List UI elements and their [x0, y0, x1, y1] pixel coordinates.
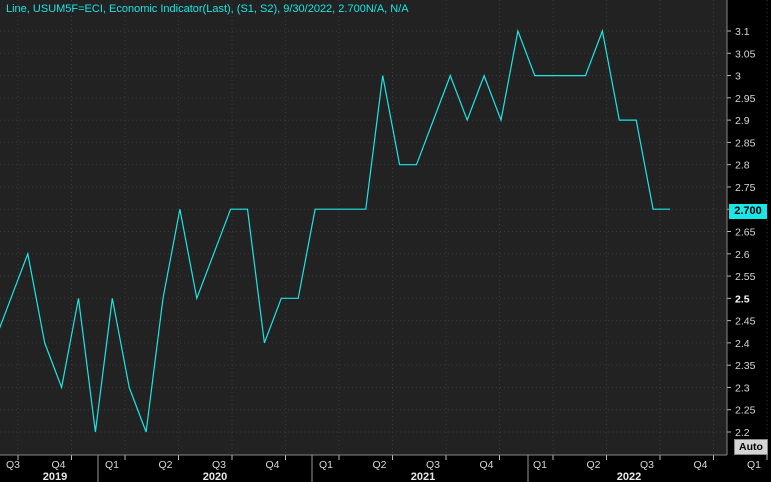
chart-canvas: 2.2 2.25 2.3 2.35 2.4 2.45 2.5 2.55 2.6 2.65 2.75 2… — [0, 0, 771, 482]
y-tick-label: 2.8 — [735, 160, 750, 172]
x-tick-label: Q1 — [533, 459, 547, 471]
x-tick-label: Q4 — [479, 459, 493, 471]
y-tick-label: 3 — [735, 71, 741, 83]
y-tick-label: 2.55 — [735, 271, 756, 283]
auto-scale-button[interactable]: Auto — [734, 439, 768, 455]
x-tick-label: Q3 — [6, 459, 20, 471]
x-tick-label: Q3 — [212, 459, 226, 471]
x-tick-label: Q2 — [158, 459, 172, 471]
last-value-badge: 2.700 — [729, 204, 767, 219]
year-label: 2022 — [617, 471, 641, 482]
y-tick-label: 2.65 — [735, 227, 756, 239]
chart-legend: Line, USUM5F=ECI, Economic Indicator(Las… — [6, 3, 409, 15]
x-tick-label: Q1 — [319, 459, 333, 471]
y-tick-label: 2.3 — [735, 382, 750, 394]
y-tick-label: 2.4 — [735, 338, 750, 350]
x-tick-label: Q2 — [372, 459, 386, 471]
y-tick-label: 2.9 — [735, 115, 750, 127]
y-tick-label: 2.5 — [735, 293, 750, 305]
y-tick-label: 2.6 — [735, 249, 750, 261]
x-tick-label: Q4 — [51, 459, 65, 471]
legend-na-values: N/A, N/A — [365, 3, 409, 15]
y-tick-label: 2.75 — [735, 182, 756, 194]
y-tick-label: 2.85 — [735, 137, 756, 149]
x-tick-label: Q3 — [426, 459, 440, 471]
x-tick-label: Q4 — [693, 459, 707, 471]
y-tick-label: 3.05 — [735, 48, 756, 60]
x-tick-label: Q4 — [265, 459, 279, 471]
x-tick-label: Q2 — [586, 459, 600, 471]
y-tick-label: 2.35 — [735, 360, 756, 372]
year-label: 2020 — [203, 471, 227, 482]
year-label: 2021 — [411, 471, 435, 482]
year-label: 2019 — [43, 471, 67, 482]
y-tick-label: 2.45 — [735, 316, 756, 328]
y-tick-label: 2.95 — [735, 93, 756, 105]
plot-area — [0, 0, 727, 455]
x-tick-label: Q1 — [747, 459, 761, 471]
y-tick-label: 2.25 — [735, 405, 756, 417]
y-tick-label: 3.1 — [735, 26, 750, 38]
y-tick-label: 2.2 — [735, 427, 750, 439]
x-tick-label: Q1 — [105, 459, 119, 471]
x-tick-label: Q3 — [640, 459, 654, 471]
legend-series-info: Line, USUM5F=ECI, Economic Indicator(Las… — [6, 3, 366, 15]
